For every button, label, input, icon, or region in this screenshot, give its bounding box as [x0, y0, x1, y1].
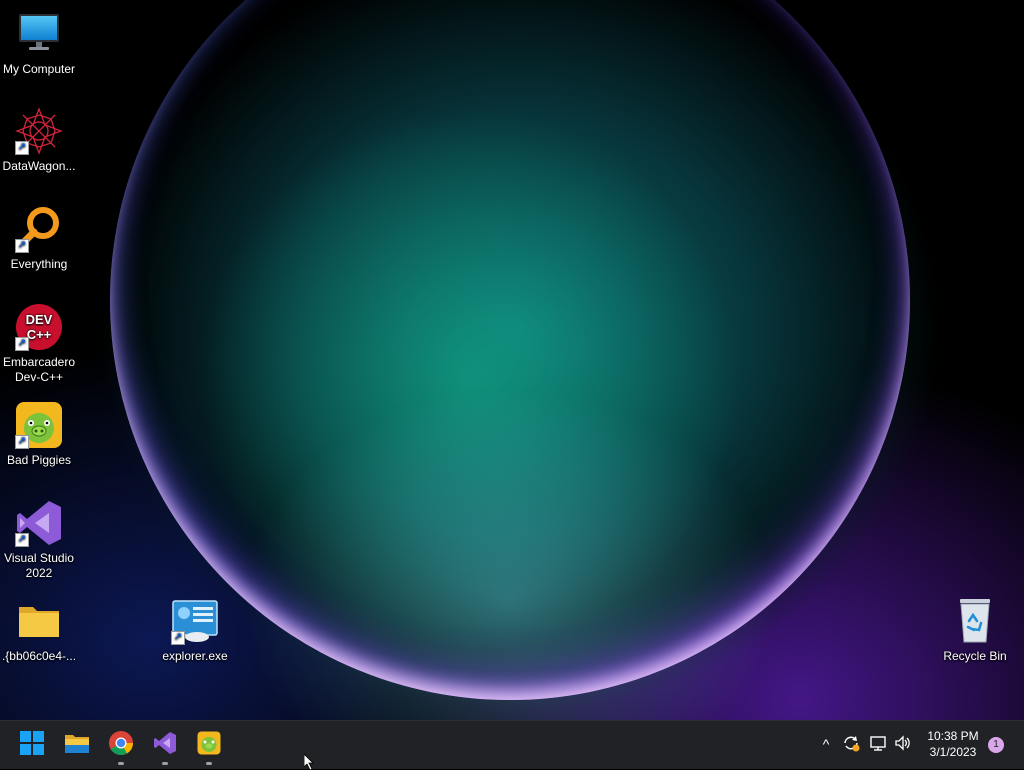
taskbar-visual-studio[interactable] [147, 727, 183, 765]
desktop-icon-visual-studio[interactable]: ↗ Visual Studio 2022 [1, 499, 77, 581]
desktop-icon-label: .{bb06c0e4-... [1, 649, 77, 663]
desktop-icon-label: Recycle Bin [943, 649, 1007, 663]
notification-badge[interactable]: 1 [988, 737, 1004, 753]
desktop-icon-label: Embarcadero Dev-C++ [2, 355, 76, 384]
desktop-icon-label: Everything [10, 257, 68, 271]
clock-date: 3/1/2023 [929, 745, 977, 759]
speaker-icon [894, 734, 912, 755]
desktop-icon-label: explorer.exe [162, 649, 228, 663]
chevron-up-icon: ^ [822, 736, 830, 752]
shortcut-arrow-icon: ↗ [171, 631, 185, 645]
desktop-icon-label: Visual Studio 2022 [4, 551, 74, 580]
folder-icon [15, 597, 63, 645]
desktop-icon-devcpp[interactable]: DEV C++ ↗ Embarcadero Dev-C++ [1, 303, 77, 385]
sync-icon [842, 734, 860, 755]
desktop-icon-folder[interactable]: .{bb06c0e4-... [1, 597, 77, 664]
desktop-icon-everything[interactable]: ↗ Everything [1, 205, 77, 272]
running-indicator [206, 762, 212, 765]
desktop-icon-my-computer[interactable]: My Computer [1, 10, 77, 77]
clock[interactable]: 10:38 PM 3/1/2023 [920, 728, 986, 760]
desktop-icon-explorer-exe[interactable]: ↗ explorer.exe [157, 597, 233, 664]
wallpaper-bloom [110, 0, 910, 700]
chrome-icon [109, 730, 133, 760]
visual-studio-icon [153, 731, 177, 760]
show-hidden-icons-button[interactable]: ^ [815, 733, 837, 755]
taskbar-bad-piggies[interactable] [191, 727, 227, 765]
monitor-icon [15, 10, 63, 58]
shortcut-arrow-icon: ↗ [15, 337, 29, 351]
desktop-icon-bad-piggies[interactable]: ↗ Bad Piggies [1, 401, 77, 468]
start-button[interactable] [14, 727, 50, 763]
devcpp-icon: DEV C++ ↗ [15, 303, 63, 351]
running-indicator [162, 762, 168, 765]
folder-icon [64, 732, 90, 759]
magnifier-icon: ↗ [15, 205, 63, 253]
shortcut-arrow-icon: ↗ [15, 239, 29, 253]
tray-network-button[interactable] [867, 733, 889, 755]
tray-sync-icon-button[interactable] [840, 733, 862, 755]
clock-time: 10:38 PM [927, 729, 979, 743]
desktop-icon-label: My Computer [2, 62, 76, 76]
desktop-wallpaper: My Computer ↗ DataWagon... ↗ Everything … [0, 0, 1024, 720]
windows-logo-icon [20, 730, 44, 760]
explorer-exe-icon: ↗ [171, 597, 219, 645]
datawagon-icon: ↗ [15, 107, 63, 155]
svg-text:C++: C++ [27, 327, 52, 342]
taskbar-chrome[interactable] [103, 727, 139, 765]
recycle-bin-icon [951, 597, 999, 645]
svg-text:DEV: DEV [26, 312, 53, 327]
shortcut-arrow-icon: ↗ [15, 141, 29, 155]
taskbar-file-explorer[interactable] [59, 727, 95, 763]
desktop-icon-datawagon[interactable]: ↗ DataWagon... [1, 107, 77, 174]
desktop-icon-label: Bad Piggies [6, 453, 72, 467]
pig-icon [197, 731, 221, 760]
tray-volume-button[interactable] [892, 733, 914, 755]
visual-studio-icon: ↗ [15, 499, 63, 547]
running-indicator [118, 762, 124, 765]
shortcut-arrow-icon: ↗ [15, 435, 29, 449]
taskbar: ^ 10:38 PM 3/1/2023 1 [0, 720, 1024, 769]
desktop-icon-label: DataWagon... [2, 159, 76, 173]
desktop-icon-recycle-bin[interactable]: Recycle Bin [937, 597, 1013, 664]
pig-icon: ↗ [15, 401, 63, 449]
shortcut-arrow-icon: ↗ [15, 533, 29, 547]
network-icon [869, 734, 887, 755]
